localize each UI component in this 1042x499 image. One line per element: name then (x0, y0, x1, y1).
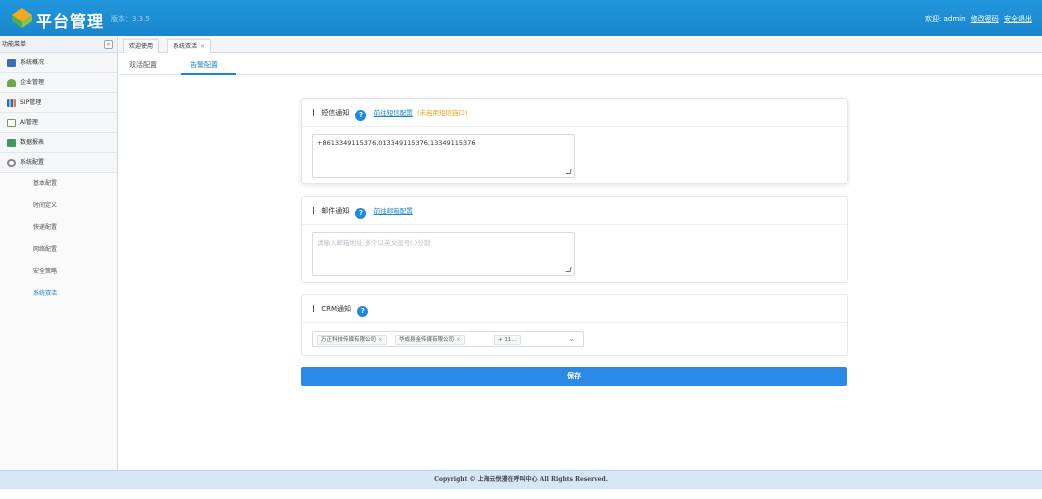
bar-chart-icon (7, 99, 16, 107)
user-icon (7, 79, 16, 87)
sidebar-header: 功能菜单 « (0, 36, 117, 53)
email-address-textarea[interactable]: 请输入邮箱地址,多个以英文逗号(,)分割 (312, 232, 575, 276)
close-icon[interactable]: × (200, 43, 205, 50)
tab-bar: 欢迎使用 系统双活 × (119, 36, 1042, 53)
crm-company-select[interactable]: 万正科技传媒有限公司 × 华成县金传媒有限公司 × + 11... ⌄ (312, 331, 584, 347)
sidebar-item-label: 系统配置 (20, 159, 45, 166)
chevron-down-icon[interactable]: ⌄ (568, 334, 575, 343)
app-title: 平台管理 (36, 12, 105, 31)
sub-item-time-definition[interactable]: 时间定义 (0, 195, 117, 217)
sidebar: 功能菜单 « 系统概况 企业管理 SIP管理 AI管理 数据报表 系统配置 基本… (0, 36, 118, 470)
sms-config-link[interactable]: 前往短信配置 (374, 109, 413, 117)
sms-numbers-value: +8613349115376,013349115376,13349115376 (317, 139, 476, 147)
user-area: 欢迎: admin 修改密码 安全退出 (925, 14, 1032, 24)
subtab-alarm-config[interactable]: 告警配置 (190, 60, 218, 70)
sidebar-item-label: 系统概况 (20, 59, 45, 66)
tab-label: 欢迎使用 (129, 43, 154, 50)
page: 平台管理 版本：3.3.5 欢迎: admin 修改密码 安全退出 功能菜单 «… (0, 0, 1042, 499)
email-config-link[interactable]: 前往邮箱配置 (374, 207, 413, 215)
sidebar-item-sip[interactable]: SIP管理 (0, 93, 117, 113)
help-icon[interactable]: ? (357, 306, 369, 317)
footer: Copyright © 上海云悦漫在呼叫中心 All Rights Reserv… (0, 470, 1042, 489)
tag-close-icon[interactable]: × (378, 337, 383, 343)
more-label: + 11... (498, 337, 517, 343)
crm-title: CRM通知 (321, 305, 352, 313)
sub-item-express-config[interactable]: 快递配置 (0, 217, 117, 239)
resize-grip-icon[interactable] (565, 169, 572, 174)
section-marker (313, 207, 314, 214)
company-tag: 华成县金传媒有限公司 × (395, 335, 465, 345)
help-icon[interactable]: ? (355, 110, 367, 121)
logo-icon (12, 8, 32, 28)
tag-label: 华成县金传媒有限公司 (399, 337, 455, 343)
section-marker (313, 305, 314, 312)
sub-item-system-active-active[interactable]: 系统双活 (0, 283, 117, 305)
monitor-icon (7, 59, 16, 67)
sidebar-item-overview[interactable]: 系统概况 (0, 53, 117, 73)
change-password-link[interactable]: 修改密码 (971, 15, 999, 23)
help-icon[interactable]: ? (355, 208, 367, 219)
crm-panel: CRM通知 ? 万正科技传媒有限公司 × 华成县金传媒有限公司 × + 11... … (301, 294, 848, 356)
sidebar-item-label: AI管理 (20, 119, 38, 126)
sidebar-item-reports[interactable]: 数据报表 (0, 133, 117, 153)
sidebar-item-system-config[interactable]: 系统配置 (0, 153, 117, 173)
sidebar-item-enterprise[interactable]: 企业管理 (0, 73, 117, 93)
sms-panel-header: 短信通知 ? 前往短信配置 (未启用短信猫口) (302, 99, 847, 127)
logout-link[interactable]: 安全退出 (1004, 15, 1032, 23)
top-bar: 平台管理 版本：3.3.5 欢迎: admin 修改密码 安全退出 (0, 0, 1042, 36)
sidebar-item-label: SIP管理 (20, 99, 42, 106)
sidebar-item-label: 数据报表 (20, 139, 45, 146)
ai-icon (7, 119, 16, 127)
sidebar-item-label: 企业管理 (20, 79, 45, 86)
report-icon (7, 139, 16, 147)
tag-close-icon[interactable]: × (456, 337, 461, 343)
sidebar-item-ai[interactable]: AI管理 (0, 113, 117, 133)
email-placeholder: 请输入邮箱地址,多个以英文逗号(,)分割 (317, 239, 431, 247)
subtab-bar: 双活配置 告警配置 (119, 54, 1042, 75)
email-title: 邮件通知 (321, 207, 350, 215)
sub-item-network-config[interactable]: 网络配置 (0, 239, 117, 261)
sms-numbers-textarea[interactable]: +8613349115376,013349115376,13349115376 (312, 134, 575, 178)
save-button[interactable]: 保存 (301, 367, 847, 386)
gear-icon (7, 159, 16, 167)
email-panel-header: 邮件通知 ? 前往邮箱配置 (302, 197, 847, 225)
sms-warning: (未启用短信猫口) (416, 109, 468, 117)
welcome-text: 欢迎: admin (925, 15, 966, 23)
collapse-icon[interactable]: « (104, 40, 113, 49)
tab-system-active-active[interactable]: 系统双活 × (167, 39, 211, 53)
subtab-active-config[interactable]: 双活配置 (129, 60, 157, 70)
crm-panel-header: CRM通知 ? (302, 295, 847, 323)
tab-label: 系统双活 (173, 43, 198, 50)
sub-item-security-policy[interactable]: 安全策略 (0, 261, 117, 283)
tag-label: 万正科技传媒有限公司 (321, 337, 377, 343)
active-subtab-indicator (181, 73, 236, 75)
sms-panel: 短信通知 ? 前往短信配置 (未启用短信猫口) +8613349115376,0… (301, 98, 848, 184)
more-tags-badge: + 11... (494, 335, 521, 345)
version-label: 版本：3.3.5 (111, 15, 150, 23)
resize-grip-icon[interactable] (565, 267, 572, 272)
sms-title: 短信通知 (321, 109, 350, 117)
company-tag: 万正科技传媒有限公司 × (317, 335, 387, 345)
sidebar-title: 功能菜单 (2, 41, 27, 48)
sub-item-basic-config[interactable]: 基本配置 (0, 173, 117, 195)
email-panel: 邮件通知 ? 前往邮箱配置 请输入邮箱地址,多个以英文逗号(,)分割 (301, 196, 848, 283)
section-marker (313, 109, 314, 116)
tab-welcome[interactable]: 欢迎使用 (123, 39, 160, 53)
